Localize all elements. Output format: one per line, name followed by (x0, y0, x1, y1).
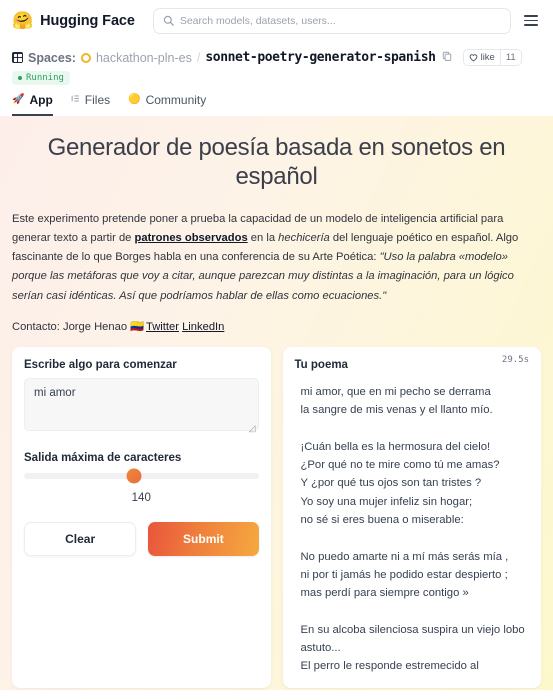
app-description: Este experimento pretende poner a prueba… (12, 210, 541, 306)
slider-label: Salida máxima de caracteres (24, 451, 182, 464)
like-button-label: like (480, 52, 495, 63)
status-badge: Running (12, 71, 70, 85)
tab-community[interactable]: 🟡 Community (128, 93, 206, 116)
tab-bar: 🚀 App Files 🟡 Community (0, 93, 553, 116)
status-badge-label: Running (26, 73, 64, 83)
slider-thumb[interactable] (126, 468, 142, 484)
breadcrumb-separator: / (196, 50, 201, 65)
generation-timer: 29.5s (501, 354, 529, 365)
top-navbar: 🤗 Hugging Face (0, 0, 553, 41)
brand-logo-link[interactable]: 🤗 Hugging Face (12, 12, 135, 29)
search-icon (163, 15, 174, 26)
textarea-wrapper: ◿ (24, 377, 259, 436)
desc-emphasis-hechiceria: hechicería (278, 231, 330, 244)
space-header: Spaces: hackathon-pln-es / sonnet-poetry… (0, 41, 553, 85)
contact-line: Contacto: Jorge Henao 🇨🇴 Twitter LinkedI… (12, 320, 541, 333)
like-count: 11 (499, 50, 521, 65)
spaces-grid-icon (12, 52, 23, 63)
heart-icon (469, 54, 477, 62)
patrones-observados-link[interactable]: patrones observados (135, 232, 248, 244)
textarea-label: Escribe algo para comenzar (24, 358, 177, 371)
search-input[interactable] (179, 14, 501, 27)
hamburger-menu-icon[interactable] (521, 11, 541, 31)
speech-bubble-icon: 🟡 (128, 94, 141, 105)
like-group[interactable]: like 11 (462, 49, 522, 66)
desc-part-2: en la (247, 231, 279, 244)
tab-community-label: Community (145, 93, 207, 107)
gradio-app-body: Generador de poesía basada en sonetos en… (0, 116, 553, 690)
rocket-icon: 🚀 (12, 94, 25, 105)
tab-files-label: Files (84, 93, 111, 107)
brand-name-label: Hugging Face (40, 12, 135, 29)
button-row: Clear Submit (24, 521, 259, 556)
files-icon (71, 94, 80, 106)
copy-icon[interactable] (442, 51, 452, 64)
colombia-flag-icon: 🇨🇴 (130, 320, 144, 333)
twitter-link[interactable]: Twitter (146, 321, 179, 333)
poem-output-text: mi amor, que en mi pecho se derrama la s… (300, 385, 525, 673)
clear-button[interactable]: Clear (24, 521, 137, 556)
page-title: Generador de poesía basada en sonetos en… (47, 134, 506, 190)
breadcrumb-repo-name[interactable]: sonnet-poetry-generator-spanish (205, 50, 436, 65)
panels-row: Escribe algo para comenzar ◿ Salida máxi… (12, 346, 541, 688)
hugging-face-emoji-icon: 🤗 (12, 11, 34, 30)
contact-label: Contacto: Jorge Henao (12, 320, 128, 333)
prompt-textarea[interactable] (24, 377, 259, 431)
linkedin-link[interactable]: LinkedIn (182, 321, 224, 333)
output-header: Tu poema 29.5s (294, 355, 530, 371)
tab-app[interactable]: 🚀 App (12, 93, 53, 116)
output-title: Tu poema (294, 358, 348, 371)
like-button[interactable]: like (463, 50, 500, 65)
breadcrumb: Spaces: hackathon-pln-es / sonnet-poetry… (12, 49, 541, 66)
max-characters-slider[interactable] (24, 468, 259, 484)
status-dot-icon (18, 76, 22, 80)
submit-button[interactable]: Submit (148, 521, 259, 556)
output-panel: Tu poema 29.5s mi amor, que en mi pecho … (282, 346, 541, 688)
tab-app-label: App (29, 93, 53, 107)
spaces-label: Spaces: (28, 50, 76, 65)
slider-value: 140 (131, 491, 151, 504)
breadcrumb-org-link[interactable]: hackathon-pln-es (96, 51, 192, 65)
search-box[interactable] (152, 7, 511, 34)
org-avatar (80, 52, 91, 63)
tab-files[interactable]: Files (71, 93, 110, 116)
input-panel: Escribe algo para comenzar ◿ Salida máxi… (12, 346, 271, 688)
